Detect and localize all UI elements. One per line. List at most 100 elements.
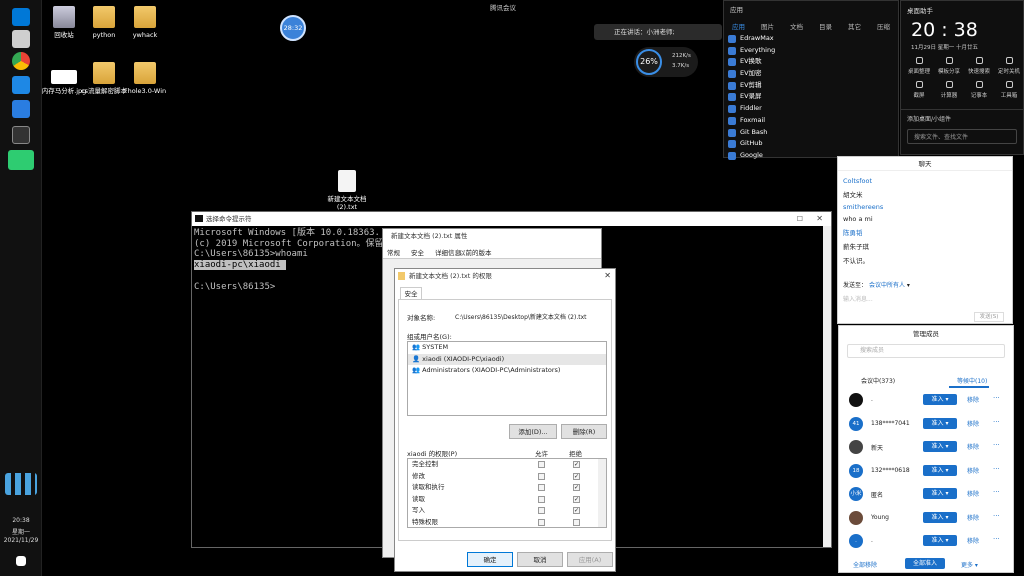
tray-icons[interactable] xyxy=(5,473,37,495)
remove-member-button[interactable]: 移除 xyxy=(967,489,979,498)
allow-checkbox[interactable] xyxy=(538,461,545,468)
cmd-titlebar[interactable]: 选择命令提示符 ✕ ☐ xyxy=(192,212,831,226)
remove-member-button[interactable]: 移除 xyxy=(967,395,979,404)
assistant-tool[interactable]: 模板分享 xyxy=(935,57,963,75)
deny-checkbox[interactable] xyxy=(573,518,580,526)
cancel-button[interactable]: 取消 xyxy=(517,552,563,567)
member-more-button[interactable]: ··· xyxy=(993,535,1000,543)
group-item[interactable]: 👥 Administrators (XIAODI-PC\Administrato… xyxy=(408,365,606,377)
app-item[interactable]: Git Bash xyxy=(724,127,898,139)
net-monitor[interactable]: 26% 212K/s 3.7K/s xyxy=(634,47,698,77)
tab-in-meeting[interactable]: 会议中(373) xyxy=(861,376,895,385)
assistant-search[interactable]: 搜索文件、查找文件 xyxy=(907,129,1017,144)
member-more-button[interactable]: ··· xyxy=(993,394,1000,402)
close-icon[interactable]: ✕ xyxy=(604,269,611,283)
cmd-output[interactable]: Microsoft Windows [版本 10.0.18363. (c) 201… xyxy=(194,228,384,292)
remove-member-button[interactable]: 移除 xyxy=(967,442,979,451)
meeting-label[interactable]: 腾讯会议 xyxy=(490,2,516,12)
admit-button[interactable]: 准入 ▾ xyxy=(923,394,957,405)
task-view-icon[interactable] xyxy=(12,30,30,48)
send-button[interactable]: 发送(S) xyxy=(974,312,1004,322)
app-item[interactable]: Everything xyxy=(724,45,898,57)
maximize-icon[interactable]: ☐ xyxy=(797,212,803,226)
properties-tab[interactable]: 常规 xyxy=(387,247,400,257)
ok-button[interactable]: 确定 xyxy=(467,552,513,567)
properties-tab[interactable]: 安全 xyxy=(411,247,424,257)
group-list[interactable]: 👥 SYSTEM 👤 xiaodi (XIAODI-PC\xiaodi) 👥 A… xyxy=(407,341,607,416)
deny-checkbox[interactable]: ✓ xyxy=(573,461,580,468)
add-widget-button[interactable]: 添加桌面/小组件 xyxy=(901,109,1023,127)
remove-member-button[interactable]: 移除 xyxy=(967,419,979,428)
admit-all-button[interactable]: 全部准入 xyxy=(905,558,945,569)
close-icon[interactable]: ✕ xyxy=(816,212,823,226)
properties-tab[interactable]: 以前的版本 xyxy=(459,247,492,257)
app-item[interactable]: GitHub xyxy=(724,138,898,150)
remove-all-button[interactable]: 全部移除 xyxy=(853,560,877,569)
apply-button[interactable]: 应用(A) xyxy=(567,552,613,567)
member-more-button[interactable]: ··· xyxy=(993,441,1000,449)
tab-waiting[interactable]: 等候中(10) xyxy=(957,376,987,385)
deny-checkbox[interactable]: ✓ xyxy=(573,484,580,492)
active-window-icon[interactable] xyxy=(8,150,34,170)
allow-checkbox[interactable] xyxy=(538,507,545,515)
member-more-button[interactable]: ··· xyxy=(993,512,1000,520)
assistant-tool[interactable]: 工具箱 xyxy=(995,81,1023,99)
text-file[interactable]: 新建文本文档 (2).txt xyxy=(322,170,372,211)
permission-scrollbar[interactable] xyxy=(598,459,606,527)
member-more-button[interactable]: ··· xyxy=(993,488,1000,496)
app-item[interactable]: EV剪辑 xyxy=(724,80,898,92)
app-item[interactable]: Fiddler xyxy=(724,103,898,115)
app-item[interactable]: EdrawMax xyxy=(724,33,898,45)
group-item[interactable]: 👤 xiaodi (XIAODI-PC\xiaodi) xyxy=(408,353,606,365)
more-button[interactable]: 更多 ▾ xyxy=(961,560,978,569)
permissions-titlebar[interactable]: 新建文本文档 (2).txt 的权限 ✕ xyxy=(395,269,615,283)
app-tab[interactable]: 压缩 xyxy=(877,21,890,31)
assistant-tool[interactable]: 快速搜索 xyxy=(965,57,993,75)
permissions-dialog[interactable]: 新建文本文档 (2).txt 的权限 ✕ 安全 对象名称: C:\Users\86… xyxy=(394,268,616,572)
remove-button[interactable]: 删除(R) xyxy=(561,424,607,439)
group-item[interactable]: 👥 SYSTEM xyxy=(408,342,606,354)
folder-ehole[interactable]: Fhole3.0-Win xyxy=(120,62,170,95)
admit-button[interactable]: 准入 ▾ xyxy=(923,417,957,429)
app-item[interactable]: EV录屏 xyxy=(724,91,898,103)
cmd-scrollbar[interactable] xyxy=(823,226,831,547)
terminal-icon[interactable] xyxy=(12,126,30,144)
timer-badge[interactable]: 28:32 xyxy=(280,15,306,41)
app-item[interactable]: EV加密 xyxy=(724,68,898,80)
permission-list[interactable]: 完全控制 ✓ 修改 ✓ 读取和执行 ✓ 读取 ✓ 写入 ✓ 特殊权限 xyxy=(407,458,607,528)
tab-security[interactable]: 安全 xyxy=(400,287,422,299)
admit-button[interactable]: 准入 ▾ xyxy=(923,441,957,452)
properties-tab[interactable]: 详细信息 xyxy=(435,247,461,257)
admit-button[interactable]: 准入 ▾ xyxy=(923,488,957,499)
allow-checkbox[interactable] xyxy=(538,484,545,492)
member-search[interactable]: 搜索成员 xyxy=(847,344,1005,358)
remove-member-button[interactable]: 移除 xyxy=(967,466,979,475)
deny-checkbox[interactable]: ✓ xyxy=(573,495,580,503)
notification-icon[interactable] xyxy=(16,556,26,566)
remove-member-button[interactable]: 移除 xyxy=(967,513,979,522)
assistant-tool[interactable]: 截屏 xyxy=(905,81,933,99)
chat-input[interactable]: 输入消息... xyxy=(843,294,873,303)
chrome-icon[interactable] xyxy=(12,52,30,70)
deny-checkbox[interactable]: ✓ xyxy=(573,507,580,515)
allow-checkbox[interactable] xyxy=(538,495,545,503)
send-to-select[interactable]: 会议中所有人 xyxy=(869,282,905,289)
assistant-tool[interactable]: 记事本 xyxy=(965,81,993,99)
app-tab[interactable]: 其它 xyxy=(848,21,861,31)
app-item[interactable]: Foxmail xyxy=(724,115,898,127)
app-item[interactable]: EV换歌 xyxy=(724,56,898,68)
meeting-icon[interactable] xyxy=(12,100,30,118)
folder-ywhack[interactable]: ywhack xyxy=(120,6,170,39)
member-more-button[interactable]: ··· xyxy=(993,465,1000,473)
app-tab[interactable]: 目录 xyxy=(819,21,832,31)
allow-checkbox[interactable] xyxy=(538,518,545,526)
assistant-tool[interactable]: 桌面整理 xyxy=(905,57,933,75)
app-icon[interactable] xyxy=(12,76,30,94)
remove-member-button[interactable]: 移除 xyxy=(967,536,979,545)
app-tab[interactable]: 应用 xyxy=(732,21,745,31)
admit-button[interactable]: 准入 ▾ xyxy=(923,535,957,546)
admit-button[interactable]: 准入 ▾ xyxy=(923,464,957,476)
app-tab[interactable]: 图片 xyxy=(761,21,774,31)
add-button[interactable]: 添加(D)... xyxy=(509,424,557,439)
admit-button[interactable]: 准入 ▾ xyxy=(923,511,957,523)
